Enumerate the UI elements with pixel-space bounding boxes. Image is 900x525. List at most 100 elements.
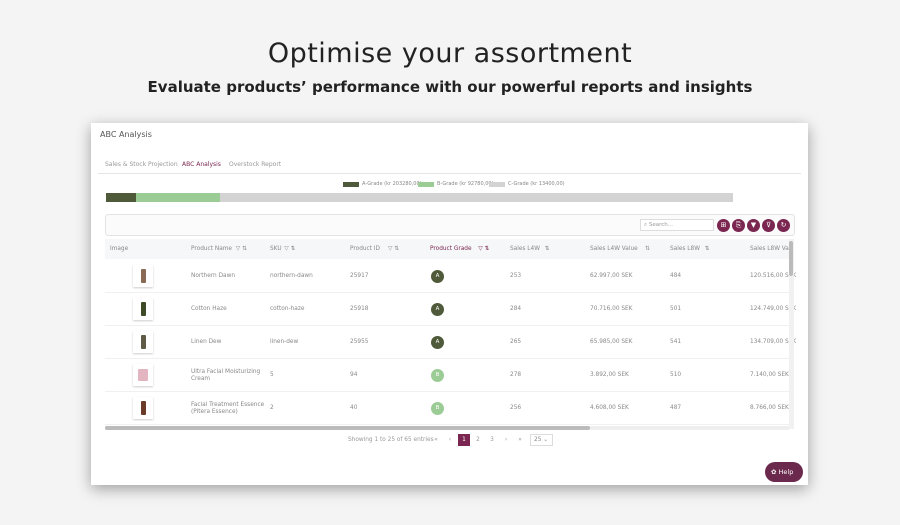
table-row[interactable]: Northern Dawn northern-dawn 25917 A 253 62.99… [105, 260, 796, 293]
column-header[interactable]: Sales L8W Val [750, 246, 790, 252]
cell-l8wv: 7.140,00 SEK [750, 372, 789, 378]
cell-l8w: 501 [670, 306, 682, 312]
sort-icon[interactable]: ⇅ [645, 246, 650, 252]
search-input[interactable]: ⌕ Search... [640, 219, 714, 231]
cell-id: 25955 [350, 339, 369, 345]
filter-sort-icon[interactable]: ▽ ⇅ [478, 246, 489, 252]
tab-sales-stock-projection[interactable]: Sales & Stock Projection [105, 161, 178, 173]
tab-divider [98, 173, 801, 174]
table-row[interactable]: Ultra Facial Moisturizing Cream 5 94 B 278 3.… [105, 359, 789, 392]
first-page-button[interactable]: « [432, 434, 440, 446]
export-icon[interactable]: ⎘ [732, 219, 745, 232]
column-header[interactable]: Sales L4W [510, 246, 540, 252]
hero-subtitle: Evaluate products’ performance with our … [147, 78, 753, 96]
legend-swatch-c [489, 182, 505, 187]
cell-id: 40 [350, 405, 358, 411]
product-image [133, 331, 153, 353]
product-thumbnail [138, 369, 148, 381]
grade-badge: B [431, 402, 444, 415]
cell-sku: northern-dawn [270, 273, 313, 279]
cell-l4w: 284 [510, 306, 522, 312]
cell-name: Facial Treatment Essence (Pitera Essence… [191, 402, 265, 415]
page-3-button[interactable]: 3 [488, 434, 496, 446]
product-image [133, 265, 153, 287]
cell-l4wv: 70.716,00 SEK [590, 306, 633, 312]
cell-l4wv: 65.985,00 SEK [590, 339, 633, 345]
sort-icon[interactable]: ⇅ [545, 246, 550, 252]
legend-b: B-Grade (kr 92780,00) [437, 181, 494, 187]
cell-l4wv: 62.997,00 SEK [590, 273, 633, 279]
grade-badge: A [431, 336, 444, 349]
prev-page-button[interactable]: ‹ [446, 434, 454, 446]
cell-name: Northern Dawn [191, 273, 236, 279]
cell-l4w: 253 [510, 273, 522, 279]
table-row[interactable]: Linen Dew linen-dew 25955 A 265 65.985,00 SEK… [105, 326, 796, 359]
cell-l4w: 278 [510, 372, 522, 378]
abc-analysis-window: ABC Analysis Sales & Stock Projection A B… [91, 123, 808, 485]
grade-badge: A [431, 270, 444, 283]
cell-l4wv: 3.892,00 SEK [590, 372, 629, 378]
product-thumbnail [140, 335, 146, 349]
legend-c: C-Grade (kr 13400,00) [508, 181, 565, 187]
table-row[interactable]: Cotton Haze cotton-haze 25918 A 284 70.716,00… [105, 293, 796, 326]
cell-l8w: 510 [670, 372, 682, 378]
sort-icon[interactable]: ⇅ [705, 246, 710, 252]
grade-badge: B [431, 369, 444, 382]
cell-l8w: 484 [670, 273, 682, 279]
product-image [133, 298, 153, 320]
help-button[interactable]: ✿ Help [765, 462, 803, 482]
legend-swatch-b [418, 182, 434, 187]
hero-title: Optimise your assortment [267, 38, 633, 69]
horizontal-scroll-thumb[interactable] [105, 426, 590, 430]
filter-sort-icon[interactable]: ▽ ⇅ [388, 246, 399, 252]
column-header[interactable]: Product Grade [430, 246, 472, 252]
cell-l8w: 487 [670, 405, 682, 411]
cell-l4w: 265 [510, 339, 522, 345]
product-image [133, 364, 153, 386]
grade-segment-c [220, 193, 733, 202]
cell-sku: 5 [270, 372, 274, 378]
filter-icon[interactable]: ▼ [747, 219, 760, 232]
table-header: Image Product Name ▽ ⇅ SKU ▽ ⇅ Product ID ▽ ⇅ P… [105, 239, 790, 259]
next-page-button[interactable]: › [502, 434, 510, 446]
page-size-select[interactable]: 25 ⌄ [530, 434, 553, 446]
filter-sort-icon[interactable]: ▽ ⇅ [284, 246, 295, 252]
window-title: ABC Analysis [100, 130, 152, 139]
table-toolbar: ⌕ Search... ⊞ ⎘ ▼ ⊽ ↻ [105, 214, 795, 236]
cell-id: 94 [350, 372, 358, 378]
column-header[interactable]: Product Name [191, 246, 232, 252]
tab-overstock-report[interactable]: Overstock Report [229, 161, 281, 173]
column-header[interactable]: SKU [270, 246, 282, 252]
grade-distribution-bar [106, 193, 733, 202]
cell-l8wv: 8.766,00 SEK [750, 405, 789, 411]
cell-name: Cotton Haze [191, 306, 227, 312]
pagination-summary: Showing 1 to 25 of 65 entries [348, 437, 434, 443]
clear-filter-icon[interactable]: ⊽ [762, 219, 775, 232]
product-thumbnail [140, 302, 146, 316]
refresh-icon[interactable]: ↻ [777, 219, 790, 232]
table-row[interactable]: Facial Treatment Essence (Pitera Essence… [105, 392, 789, 425]
column-header[interactable]: Sales L8W [670, 246, 700, 252]
column-header[interactable]: Sales L4W Value [590, 246, 638, 252]
product-thumbnail [140, 401, 146, 415]
product-thumbnail [140, 269, 146, 283]
cell-l4wv: 4.608,00 SEK [590, 405, 629, 411]
column-header[interactable]: Image [110, 246, 128, 252]
columns-icon[interactable]: ⊞ [717, 219, 730, 232]
cell-sku: linen-dew [270, 339, 299, 345]
cell-sku: cotton-haze [270, 306, 305, 312]
filter-sort-icon[interactable]: ▽ ⇅ [236, 246, 247, 252]
page-2-button[interactable]: 2 [474, 434, 482, 446]
vertical-scrollbar[interactable] [789, 239, 794, 429]
cell-sku: 2 [270, 405, 274, 411]
product-image [133, 397, 153, 419]
last-page-button[interactable]: » [516, 434, 524, 446]
column-header[interactable]: Product ID [350, 246, 380, 252]
help-icon: ✿ [771, 468, 779, 476]
cell-name: Linen Dew [191, 339, 222, 345]
vertical-scroll-thumb[interactable] [789, 241, 793, 276]
horizontal-scrollbar[interactable] [105, 426, 789, 430]
legend-swatch-a [343, 182, 359, 187]
cell-id: 25918 [350, 306, 369, 312]
page-1-button[interactable]: 1 [458, 434, 470, 446]
